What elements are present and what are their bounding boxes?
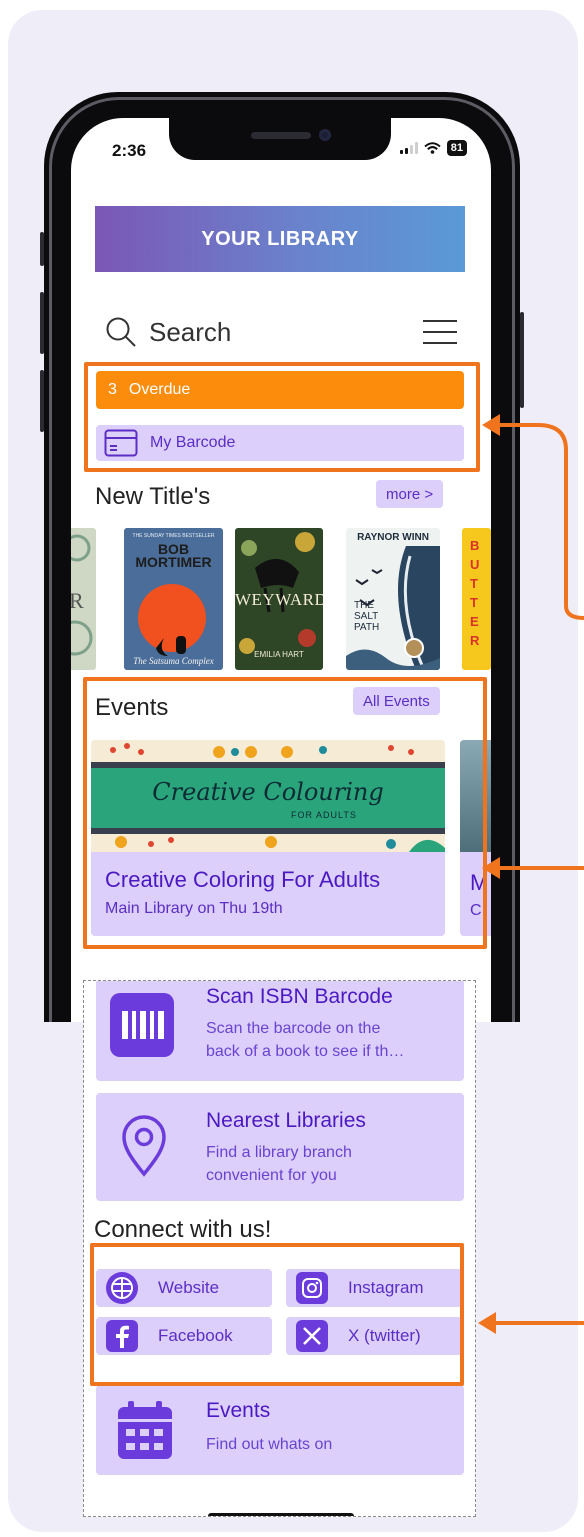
book-author: RAYNOR WINN bbox=[357, 532, 429, 543]
banner-title: YOUR LIBRARY bbox=[201, 227, 359, 250]
highlight-connect-box bbox=[90, 1243, 464, 1386]
book-cover[interactable]: THE SUNDAY TIMES BESTSELLER BOB MORTIMER… bbox=[124, 528, 223, 670]
search-icon bbox=[106, 317, 136, 347]
feature-line1: Find a library branch bbox=[206, 1144, 352, 1161]
wifi-icon bbox=[424, 142, 441, 154]
search-bar[interactable]: Search bbox=[105, 310, 465, 354]
svg-text:R: R bbox=[71, 588, 84, 613]
new-titles-heading: New Title's bbox=[95, 483, 211, 510]
hamburger-menu-icon[interactable] bbox=[423, 320, 457, 344]
book-title: THE SALT PATH bbox=[354, 600, 380, 633]
home-indicator bbox=[208, 1513, 354, 1516]
status-icons: 81 bbox=[399, 140, 467, 156]
book-subtitle: The Satsuma Complex bbox=[133, 656, 214, 666]
calendar-icon bbox=[118, 1401, 172, 1459]
feature-line2: back of a book to see if th… bbox=[206, 1043, 405, 1060]
nearest-libraries-card[interactable]: Nearest Libraries Find a library branch … bbox=[96, 1093, 464, 1201]
book-title: WEYWARD bbox=[235, 590, 323, 609]
feature-line2: convenient for you bbox=[206, 1167, 337, 1184]
book-cover[interactable]: WEYWARD EMILIA HART bbox=[235, 528, 323, 670]
status-time: 2:36 bbox=[112, 141, 147, 160]
scan-isbn-card[interactable]: Scan ISBN Barcode Scan the barcode on th… bbox=[96, 981, 464, 1081]
search-label: Search bbox=[149, 316, 232, 347]
book-title: BUTTER bbox=[470, 538, 480, 648]
power-button bbox=[520, 312, 524, 408]
book-top-line: THE SUNDAY TIMES BESTSELLER bbox=[132, 533, 215, 539]
feature-title: Events bbox=[206, 1399, 271, 1422]
book-cover[interactable]: R bbox=[71, 528, 96, 670]
mute-switch bbox=[40, 232, 44, 266]
events-feature-card[interactable]: Events Find out whats on bbox=[96, 1385, 464, 1475]
notch bbox=[169, 118, 391, 160]
highlight-account-box bbox=[84, 362, 480, 472]
feature-title: Nearest Libraries bbox=[206, 1109, 366, 1132]
barcode-scan-icon bbox=[110, 993, 174, 1057]
volume-down-button bbox=[40, 370, 44, 432]
feature-line1: Scan the barcode on the bbox=[206, 1020, 381, 1037]
volume-up-button bbox=[40, 292, 44, 354]
library-banner: YOUR LIBRARY bbox=[95, 206, 465, 272]
feature-subtitle: Find out whats on bbox=[206, 1436, 333, 1453]
signal-icon bbox=[399, 142, 418, 154]
book-cover[interactable]: BUTTER bbox=[462, 528, 491, 670]
more-titles-button[interactable]: more > bbox=[376, 480, 444, 508]
book-cover[interactable]: RAYNOR WINN THE SALT PATH bbox=[346, 528, 440, 670]
highlight-events-box bbox=[83, 677, 487, 949]
battery-icon: 81 bbox=[446, 140, 467, 156]
connect-heading: Connect with us! bbox=[94, 1216, 272, 1243]
book-subtitle: EMILIA HART bbox=[254, 650, 304, 659]
feature-title: Scan ISBN Barcode bbox=[206, 985, 393, 1008]
location-pin-icon bbox=[122, 1115, 166, 1177]
